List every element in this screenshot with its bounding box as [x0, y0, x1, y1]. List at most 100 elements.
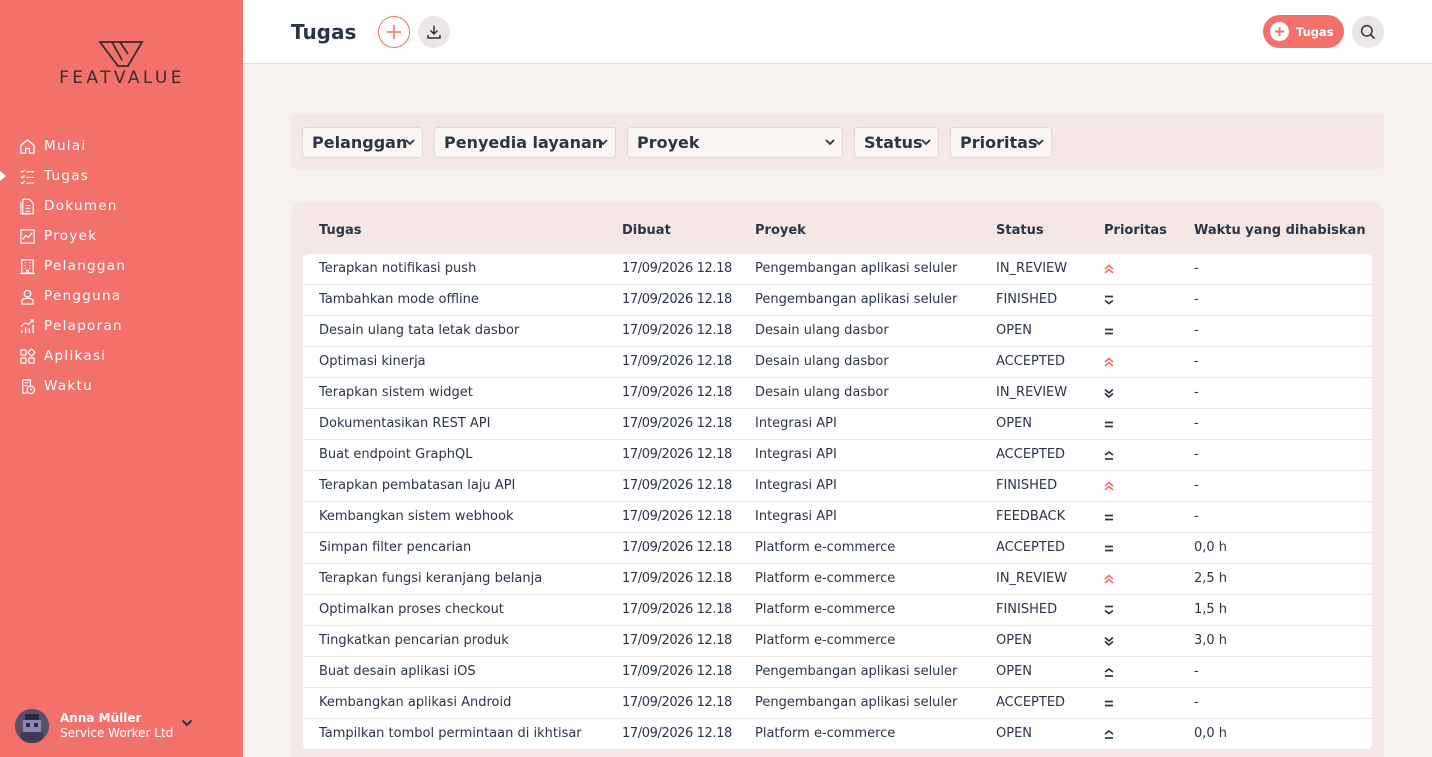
- cell-status: OPEN: [996, 633, 1033, 648]
- priority-medium-icon: [1102, 417, 1116, 431]
- table-row[interactable]: Terapkan fungsi keranjang belanja 17/09/2…: [303, 564, 1372, 595]
- table-row[interactable]: Dokumentasikan REST API 17/09/2026 12.18 I…: [303, 409, 1372, 440]
- cell-created: 17/09/2026 12.18: [622, 509, 732, 524]
- cell-status: OPEN: [996, 726, 1033, 741]
- sidebar-item-label: Pelanggan: [44, 258, 127, 274]
- add-task-button[interactable]: [378, 16, 410, 48]
- column-header-dibuat[interactable]: Dibuat: [622, 223, 671, 238]
- column-header-tugas[interactable]: Tugas: [319, 223, 362, 238]
- download-button[interactable]: [418, 16, 450, 48]
- featvalue-logo[interactable]: FEATVALUE: [36, 40, 208, 90]
- cell-task: Terapkan pembatasan laju API: [319, 478, 516, 493]
- sidebar: FEATVALUE Mulai Tugas Dokumen Proyek Pel…: [0, 0, 243, 757]
- sidebar-item-label: Aplikasi: [44, 348, 107, 364]
- new-task-button[interactable]: Tugas: [1263, 15, 1344, 48]
- user-menu[interactable]: Anna Müller Service Worker Ltd: [15, 706, 230, 746]
- cell-project: Pengembangan aplikasi seluler: [755, 261, 958, 276]
- cell-status: FEEDBACK: [996, 509, 1066, 524]
- column-header-waktu[interactable]: Waktu yang dihabiskan: [1194, 223, 1366, 238]
- filter-penyedia-layanan[interactable]: Penyedia layanan: [434, 127, 616, 158]
- sidebar-item-tugas[interactable]: Tugas: [0, 161, 243, 191]
- priority-low-icon: [1102, 293, 1116, 307]
- cell-created: 17/09/2026 12.18: [622, 571, 732, 586]
- filter-prioritas[interactable]: Prioritas: [950, 127, 1052, 158]
- priority-medium-icon: [1102, 510, 1116, 524]
- sidebar-item-pengguna[interactable]: Pengguna: [0, 281, 243, 311]
- cell-task: Buat endpoint GraphQL: [319, 447, 473, 462]
- priority-high-icon: [1102, 727, 1116, 741]
- cell-project: Platform e-commerce: [755, 571, 896, 586]
- table-row[interactable]: Buat endpoint GraphQL 17/09/2026 12.18 Int…: [303, 440, 1372, 471]
- cell-project: Integrasi API: [755, 509, 837, 524]
- priority-high-icon: [1102, 665, 1116, 679]
- cell-task: Tambahkan mode offline: [319, 292, 479, 307]
- sidebar-item-waktu[interactable]: Waktu: [0, 371, 243, 401]
- cell-status: FINISHED: [996, 292, 1058, 307]
- cell-status: OPEN: [996, 664, 1033, 679]
- cell-time-spent: -: [1194, 261, 1199, 276]
- filter-proyek[interactable]: Proyek: [627, 127, 843, 158]
- reporting-icon: [18, 317, 36, 335]
- user-company: Service Worker Ltd: [60, 726, 174, 740]
- cell-project: Desain ulang dasbor: [755, 323, 889, 338]
- cell-created: 17/09/2026 12.18: [622, 478, 732, 493]
- table-row[interactable]: Tambahkan mode offline 17/09/2026 12.18 Pe…: [303, 285, 1372, 316]
- table-row[interactable]: Optimasi kinerja 17/09/2026 12.18 Desain u…: [303, 347, 1372, 378]
- table-row[interactable]: Tampilkan tombol permintaan di ikhtisar 1…: [303, 719, 1372, 750]
- sidebar-item-label: Waktu: [44, 378, 93, 394]
- table-row[interactable]: Terapkan notifikasi push 17/09/2026 12.18…: [303, 254, 1372, 285]
- column-header-proyek[interactable]: Proyek: [755, 223, 806, 238]
- cell-project: Integrasi API: [755, 416, 837, 431]
- cell-created: 17/09/2026 12.18: [622, 354, 732, 369]
- search-icon: [1360, 24, 1376, 40]
- cell-project: Integrasi API: [755, 447, 837, 462]
- cell-project: Pengembangan aplikasi seluler: [755, 292, 958, 307]
- table-body: Terapkan notifikasi push 17/09/2026 12.18…: [303, 254, 1372, 750]
- cell-task: Tampilkan tombol permintaan di ikhtisar: [319, 726, 582, 741]
- apps-icon: [18, 347, 36, 365]
- cell-time-spent: -: [1194, 385, 1199, 400]
- sidebar-item-label: Proyek: [44, 228, 98, 244]
- sidebar-item-dokumen[interactable]: Dokumen: [0, 191, 243, 221]
- priority-highest-icon: [1102, 479, 1116, 493]
- filter-pelanggan[interactable]: Pelanggan: [302, 127, 423, 158]
- priority-lowest-icon: [1102, 386, 1116, 400]
- filter-status[interactable]: Status: [854, 127, 939, 158]
- table-row[interactable]: Terapkan sistem widget 17/09/2026 12.18 De…: [303, 378, 1372, 409]
- cell-time-spent: -: [1194, 354, 1199, 369]
- cell-project: Desain ulang dasbor: [755, 385, 889, 400]
- table-row[interactable]: Kembangkan aplikasi Android 17/09/2026 12…: [303, 688, 1372, 719]
- table-row[interactable]: Simpan filter pencarian 17/09/2026 12.18 P…: [303, 533, 1372, 564]
- user-icon: [18, 287, 36, 305]
- search-button[interactable]: [1352, 16, 1384, 48]
- cell-status: ACCEPTED: [996, 354, 1066, 369]
- top-header: Tugas Tugas: [243, 0, 1432, 64]
- sidebar-item-proyek[interactable]: Proyek: [0, 221, 243, 251]
- chevron-down-icon: [1034, 139, 1044, 146]
- priority-medium-icon: [1102, 696, 1116, 710]
- table-row[interactable]: Desain ulang tata letak dasbor 17/09/2026…: [303, 316, 1372, 347]
- table-row[interactable]: Optimalkan proses checkout 17/09/2026 12.…: [303, 595, 1372, 626]
- cell-created: 17/09/2026 12.18: [622, 695, 732, 710]
- table-row[interactable]: Terapkan pembatasan laju API 17/09/2026 1…: [303, 471, 1372, 502]
- priority-highest-icon: [1102, 262, 1116, 276]
- sidebar-item-aplikasi[interactable]: Aplikasi: [0, 341, 243, 371]
- cell-time-spent: -: [1194, 416, 1199, 431]
- chevron-down-icon[interactable]: [181, 719, 193, 727]
- sidebar-item-mulai[interactable]: Mulai: [0, 131, 243, 161]
- sidebar-item-pelaporan[interactable]: Pelaporan: [0, 311, 243, 341]
- cell-status: ACCEPTED: [996, 695, 1066, 710]
- cell-project: Pengembangan aplikasi seluler: [755, 695, 958, 710]
- table-row[interactable]: Kembangkan sistem webhook 17/09/2026 12.1…: [303, 502, 1372, 533]
- cell-created: 17/09/2026 12.18: [622, 385, 732, 400]
- filter-label: Prioritas: [960, 133, 1038, 152]
- sidebar-item-label: Mulai: [44, 138, 87, 154]
- sidebar-item-pelanggan[interactable]: Pelanggan: [0, 251, 243, 281]
- cell-task: Dokumentasikan REST API: [319, 416, 491, 431]
- column-header-status[interactable]: Status: [996, 223, 1044, 238]
- table-row[interactable]: Tingkatkan pencarian produk 17/09/2026 12…: [303, 626, 1372, 657]
- cell-project: Platform e-commerce: [755, 726, 896, 741]
- table-row[interactable]: Buat desain aplikasi iOS 17/09/2026 12.18…: [303, 657, 1372, 688]
- column-header-prioritas[interactable]: Prioritas: [1104, 223, 1167, 238]
- cell-task: Kembangkan aplikasi Android: [319, 695, 512, 710]
